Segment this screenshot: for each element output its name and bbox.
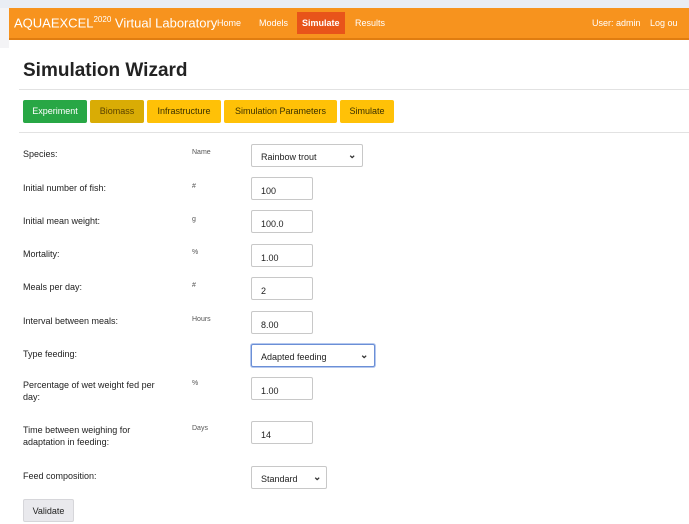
feed-composition-select[interactable]: Standard ⌄ (251, 466, 327, 489)
mortality-label: Mortality: (23, 249, 60, 259)
nav-link-models[interactable]: Models (259, 18, 288, 28)
species-select[interactable]: Rainbow trout ⌄ (251, 144, 363, 167)
type-feeding-select[interactable]: Adapted feeding ⌄ (251, 344, 375, 367)
interval-label: Interval between meals: (23, 316, 119, 326)
logout-link[interactable]: Log ou (650, 18, 678, 28)
time-weighing-input[interactable]: 14 (251, 421, 313, 444)
brand-suffix: Virtual Laboratory (114, 15, 218, 31)
validate-button[interactable]: Validate (23, 499, 74, 522)
chevron-down-icon: ⌄ (348, 150, 357, 161)
chevron-down-icon: ⌄ (313, 472, 322, 483)
step-simulation-parameters[interactable]: Simulation Parameters (224, 100, 337, 123)
feed-composition-label: Feed composition: (23, 471, 97, 481)
species-label: Species: (23, 149, 58, 159)
mortality-unit: % (192, 249, 199, 256)
nav-link-results[interactable]: Results (355, 18, 385, 28)
time-weighing-label: Time between weighing for adaptation in … (23, 425, 131, 447)
navbar: AQUAEXCEL2020 Virtual Laboratory Home Mo… (9, 8, 689, 40)
nav-link-home[interactable]: Home (217, 18, 241, 28)
initial-weight-input[interactable]: 100.0 (251, 210, 313, 233)
initial-weight-unit: g (192, 216, 196, 223)
divider (19, 132, 689, 133)
brand-logo[interactable]: AQUAEXCEL2020 Virtual Laboratory (14, 15, 217, 30)
type-feeding-label: Type feeding: (23, 349, 78, 359)
type-feeding-select-value: Adapted feeding (261, 352, 327, 362)
divider (19, 89, 689, 90)
meals-per-day-label: Meals per day: (23, 282, 83, 292)
brand-superscript: 2020 (93, 15, 112, 24)
interval-input[interactable]: 8.00 (251, 311, 313, 334)
percentage-unit: % (192, 380, 199, 387)
initial-number-input[interactable]: 100 (251, 177, 313, 200)
nav-link-simulate[interactable]: Simulate (297, 12, 345, 34)
percentage-input[interactable]: 1.00 (251, 377, 313, 400)
initial-weight-label: Initial mean weight: (23, 216, 101, 226)
page-title: Simulation Wizard (23, 60, 188, 81)
user-label: User: admin (592, 18, 641, 28)
species-select-value: Rainbow trout (261, 152, 317, 162)
mortality-input[interactable]: 1.00 (251, 244, 313, 267)
species-unit: Name (192, 149, 211, 156)
meals-per-day-input[interactable]: 2 (251, 277, 313, 300)
percentage-label: Percentage of wet weight fed per day: (23, 380, 155, 402)
step-simulate[interactable]: Simulate (340, 100, 394, 123)
time-weighing-unit: Days (192, 425, 208, 432)
chevron-down-icon: ⌄ (360, 350, 369, 361)
main-content: Simulation Wizard Experiment Biomass Inf… (9, 40, 689, 524)
initial-number-label: Initial number of fish: (23, 183, 107, 193)
step-experiment[interactable]: Experiment (23, 100, 87, 123)
interval-unit: Hours (192, 316, 211, 323)
step-infrastructure[interactable]: Infrastructure (147, 100, 221, 123)
initial-number-unit: # (192, 183, 196, 190)
brand-name: AQUAEXCEL (14, 15, 94, 31)
feed-composition-select-value: Standard (261, 474, 298, 484)
meals-per-day-unit: # (192, 282, 196, 289)
step-biomass[interactable]: Biomass (90, 100, 144, 123)
